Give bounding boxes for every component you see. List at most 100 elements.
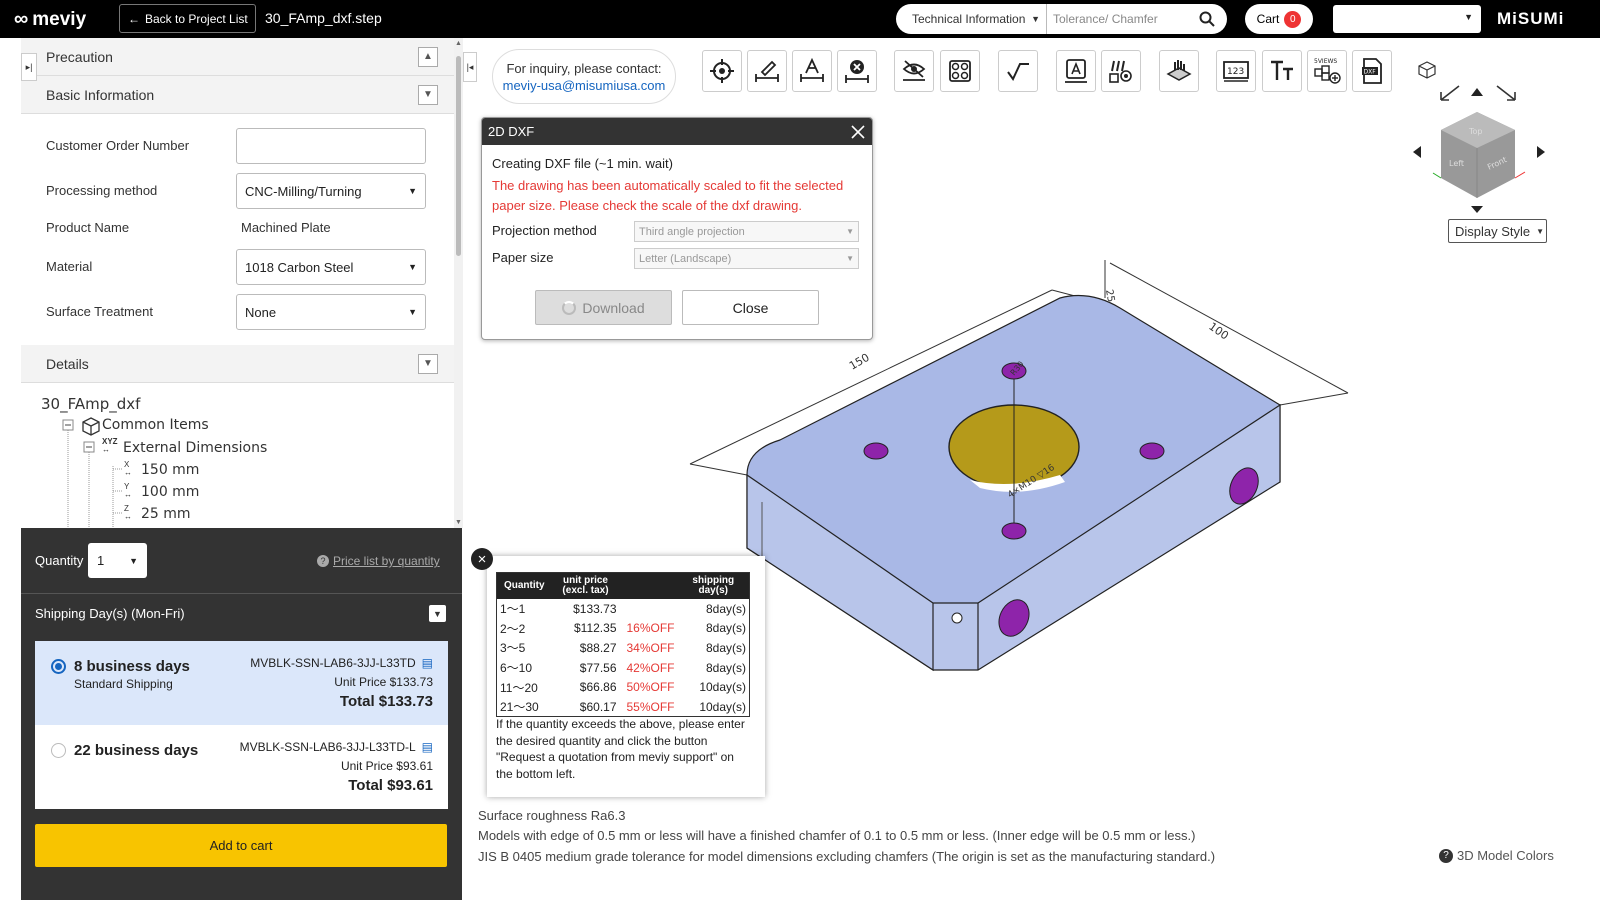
mounting-hole <box>1139 442 1165 460</box>
meviy-logo[interactable]: ∞ meviy <box>14 8 86 31</box>
shipping-option-standard[interactable]: 8 business days Standard Shipping MVBLK-… <box>35 641 448 725</box>
left-panel-scrollbar[interactable]: ▲ ▼ <box>454 38 463 528</box>
views-icon[interactable]: 5VIEWS <box>1307 50 1347 92</box>
scroll-down-icon[interactable]: ▼ <box>455 519 462 526</box>
model-colors-link[interactable]: ? 3D Model Colors <box>1439 848 1554 863</box>
part-number-text: MVBLK-SSN-LAB6-3JJ-L33TD <box>250 656 416 670</box>
dim-x-label: 150 <box>847 351 872 373</box>
material-select[interactable]: 1018 Carbon Steel ▼ <box>236 249 426 285</box>
dialog-status: Creating DXF file (~1 min. wait) <box>492 156 673 171</box>
back-to-project-list-button[interactable]: ← Back to Project List <box>119 4 256 33</box>
copy-icon[interactable]: ▤ <box>422 656 433 670</box>
tree-common-items[interactable]: Common Items <box>102 417 209 433</box>
chevron-down-icon: ▼ <box>408 262 417 272</box>
x-axis-line <box>1514 171 1526 179</box>
arrow-down-icon[interactable] <box>1471 206 1483 213</box>
cell-qty: 11～20 <box>500 680 538 695</box>
text-dimension-icon[interactable] <box>792 50 832 92</box>
rotate-left-icon[interactable] <box>1440 85 1460 101</box>
annotation-icon[interactable] <box>1056 50 1096 92</box>
expand-panel-icon[interactable]: ▸| <box>21 53 37 81</box>
feature-icon[interactable] <box>940 50 980 92</box>
cell-qty: 3～5 <box>500 641 526 656</box>
price-list-popup: Quantity unit price (excl. tax) shipping… <box>487 556 765 797</box>
account-select[interactable]: ▼ <box>1333 5 1481 33</box>
scrollbar-thumb[interactable] <box>456 56 461 256</box>
numbering-icon[interactable]: 123 <box>1216 50 1256 92</box>
origin-marker <box>951 612 963 624</box>
option-part-number: MVBLK-SSN-LAB6-3JJ-L33TD-L ▤ <box>240 740 433 754</box>
view-cube[interactable]: Top Left Front <box>1405 58 1555 218</box>
radio-unselected[interactable] <box>51 743 66 758</box>
origin-icon[interactable] <box>702 50 742 92</box>
chevron-up-icon[interactable]: ▲ <box>418 46 438 67</box>
material-value: 1018 Carbon Steel <box>245 259 354 275</box>
price-table: Quantity unit price (excl. tax) shipping… <box>496 572 750 718</box>
close-button[interactable]: Close <box>682 290 819 325</box>
finish-icon[interactable] <box>998 50 1038 92</box>
cell-discount: 42%OFF <box>626 660 675 675</box>
hide-icon[interactable] <box>894 50 934 92</box>
cube-top-label: Top <box>1468 127 1483 136</box>
cube-outline-icon[interactable] <box>1418 61 1436 79</box>
cell-discount <box>620 599 678 619</box>
arrow-left-icon[interactable] <box>1413 146 1421 158</box>
close-popup-icon[interactable]: × <box>471 548 493 570</box>
delete-dimension-icon[interactable] <box>837 50 877 92</box>
copy-icon[interactable]: ▤ <box>422 740 433 754</box>
quantity-select[interactable]: 1 ▼ <box>88 543 147 578</box>
price-list-label: Price list by quantity <box>333 554 440 568</box>
projection-select[interactable]: Third angle projection ▼ <box>634 221 859 242</box>
radio-selected[interactable] <box>51 659 66 674</box>
radio-dot <box>55 663 62 670</box>
search-category-select[interactable]: Technical Information ▼ <box>896 4 1047 34</box>
display-style-select[interactable]: Display Style ▼ <box>1448 219 1547 243</box>
text-size-icon[interactable] <box>1262 50 1302 92</box>
close-icon[interactable] <box>850 124 866 140</box>
processing-method-select[interactable]: CNC-Milling/Turning ▼ <box>236 173 426 209</box>
paper-size-value: Letter (Landscape) <box>639 252 732 265</box>
svg-text:123: 123 <box>1227 67 1244 77</box>
dxf-icon[interactable]: DXF <box>1352 50 1392 92</box>
measure-edit-icon[interactable] <box>747 50 787 92</box>
download-button[interactable]: Download <box>535 290 672 325</box>
search-icon[interactable] <box>1199 11 1215 27</box>
chevron-down-icon: ▼ <box>408 307 417 317</box>
price-list-link[interactable]: ? Price list by quantity <box>317 554 440 568</box>
section-details[interactable]: Details ▼ <box>21 345 454 383</box>
dialog-header: 2D DXF <box>482 118 872 145</box>
cart-button[interactable]: Cart 0 <box>1245 4 1313 34</box>
hand-icon[interactable] <box>1159 50 1199 92</box>
section-precaution[interactable]: Precaution ▲ <box>21 38 454 76</box>
surface-treatment-select[interactable]: None ▼ <box>236 294 426 330</box>
cell-discount: 34%OFF <box>626 640 675 655</box>
rotate-right-icon[interactable] <box>1496 85 1516 101</box>
model-colors-label: 3D Model Colors <box>1457 848 1554 863</box>
material-label: Material <box>46 259 93 274</box>
table-row: 6～10 $77.56 42%OFF 8day(s) <box>497 658 750 678</box>
paper-size-select[interactable]: Letter (Landscape) ▼ <box>634 248 859 269</box>
dxf-dialog: 2D DXF Creating DXF file (~1 min. wait) … <box>481 117 873 340</box>
search-bar: Technical Information ▼ Tolerance/ Chamf… <box>896 4 1227 34</box>
collapse-panel-icon[interactable]: |◂ <box>463 52 477 82</box>
chevron-down-icon[interactable]: ▼ <box>418 353 438 374</box>
section-title: Basic Information <box>46 86 155 103</box>
add-to-cart-button[interactable]: Add to cart <box>35 824 447 867</box>
scroll-up-icon[interactable]: ▲ <box>455 40 462 47</box>
mounting-hole <box>863 442 889 460</box>
processing-method-label: Processing method <box>46 183 158 198</box>
search-input[interactable]: Tolerance/ Chamfer <box>1047 12 1199 26</box>
y-axis-line <box>1432 172 1442 179</box>
hole-spec-icon[interactable] <box>1101 50 1141 92</box>
chevron-down-icon[interactable]: ▼ <box>429 605 446 622</box>
arrow-right-icon[interactable] <box>1537 146 1545 158</box>
contact-email-link[interactable]: meviy-usa@misumiusa.com <box>493 77 675 94</box>
chevron-down-icon[interactable]: ▼ <box>418 84 438 105</box>
tree-external-dimensions[interactable]: External Dimensions <box>123 440 267 456</box>
tree-root[interactable]: 30_FAmp_dxf <box>41 395 140 413</box>
arrow-up-icon[interactable] <box>1471 88 1483 96</box>
section-basic-information[interactable]: Basic Information ▼ <box>21 76 454 114</box>
contact-line: For inquiry, please contact: <box>506 61 662 76</box>
shipping-option-economy[interactable]: 22 business days MVBLK-SSN-LAB6-3JJ-L33T… <box>35 725 448 809</box>
order-number-field[interactable] <box>236 128 426 164</box>
